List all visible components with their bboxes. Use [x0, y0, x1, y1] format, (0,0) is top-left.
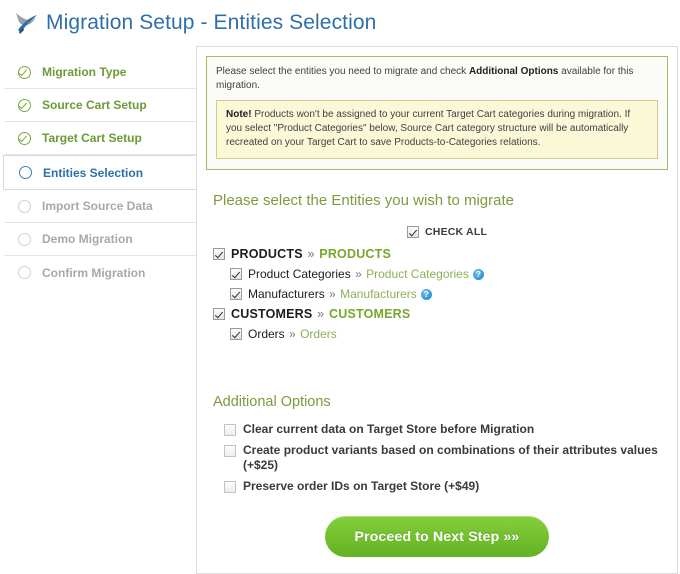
circle-outline-icon: [19, 166, 32, 179]
entity-target: CUSTOMERS: [328, 307, 411, 321]
entity-checkbox-manufacturers[interactable]: [230, 288, 242, 300]
entity-source: Orders: [248, 327, 285, 341]
entity-label: Orders » Orders: [248, 327, 337, 341]
sidebar-item-label: Target Cart Setup: [42, 131, 142, 145]
circle-outline-icon: [18, 232, 31, 246]
page-title: Migration Setup - Entities Selection: [46, 11, 377, 34]
entity-separator: »: [307, 247, 315, 261]
note-text: Products won't be assigned to your curre…: [226, 109, 631, 148]
sidebar-item-target-cart-setup[interactable]: Target Cart Setup: [4, 122, 196, 155]
entity-row-products[interactable]: PRODUCTS » PRODUCTS: [213, 247, 668, 261]
info-box: Please select the entities you need to m…: [206, 56, 668, 170]
check-all-checkbox[interactable]: [407, 226, 419, 238]
entity-source: CUSTOMERS: [231, 307, 313, 321]
info-intro-before: Please select the entities you need to m…: [216, 66, 469, 77]
check-all-label: CHECK ALL: [425, 226, 488, 238]
entity-source: Manufacturers: [248, 287, 325, 301]
entities-list: PRODUCTS » PRODUCTS Product Categories »…: [213, 247, 668, 341]
option-label: Clear current data on Target Store befor…: [243, 422, 535, 436]
entity-row-orders[interactable]: Orders » Orders: [230, 327, 668, 341]
entity-separator: »: [329, 287, 336, 301]
option-row-clear-data[interactable]: Clear current data on Target Store befor…: [224, 422, 668, 437]
option-checkbox-clear-data[interactable]: [224, 424, 236, 436]
sidebar-item-label: Import Source Data: [42, 199, 153, 213]
entity-label: Product Categories » Product Categories: [248, 267, 469, 281]
check-circle-icon: [18, 65, 31, 79]
note-label: Note!: [226, 109, 252, 120]
sidebar-item-demo-migration[interactable]: Demo Migration: [4, 223, 196, 256]
entity-checkbox-products[interactable]: [213, 248, 225, 260]
entity-target: PRODUCTS: [319, 247, 392, 261]
note-box: Note! Products won't be assigned to your…: [216, 100, 658, 159]
entity-checkbox-customers[interactable]: [213, 308, 225, 320]
sidebar-item-label: Source Cart Setup: [42, 98, 147, 112]
circle-outline-icon: [18, 266, 31, 279]
help-icon[interactable]: [472, 268, 484, 280]
swoosh-logo-icon: [10, 6, 44, 40]
entity-target: Product Categories: [366, 267, 469, 281]
check-all-row[interactable]: CHECK ALL: [407, 226, 668, 238]
option-row-product-variants[interactable]: Create product variants based on combina…: [224, 443, 668, 473]
entity-label: CUSTOMERS » CUSTOMERS: [231, 307, 410, 321]
option-label: Create product variants based on combina…: [243, 443, 658, 472]
option-label: Preserve order IDs on Target Store (+$49…: [243, 479, 480, 493]
entity-row-customers[interactable]: CUSTOMERS » CUSTOMERS: [213, 307, 668, 321]
sidebar-item-label: Demo Migration: [42, 232, 133, 246]
additional-options-list: Clear current data on Target Store befor…: [224, 422, 668, 494]
info-intro-bold: Additional Options: [468, 66, 559, 77]
sidebar-item-confirm-migration[interactable]: Confirm Migration: [4, 256, 196, 289]
entity-row-manufacturers[interactable]: Manufacturers » Manufacturers: [230, 287, 668, 301]
entity-checkbox-orders[interactable]: [230, 328, 242, 340]
sidebar-item-import-source-data[interactable]: Import Source Data: [4, 190, 196, 223]
sidebar-item-entities-selection[interactable]: Entities Selection: [3, 155, 196, 190]
entity-target: Orders: [300, 327, 337, 341]
option-row-preserve-order-ids[interactable]: Preserve order IDs on Target Store (+$49…: [224, 479, 668, 494]
sidebar-item-source-cart-setup[interactable]: Source Cart Setup: [4, 89, 196, 122]
main-content-panel: Please select the entities you need to m…: [196, 46, 678, 574]
entity-separator: »: [289, 327, 296, 341]
wizard-steps-sidebar: Migration Type Source Cart Setup Target …: [3, 46, 196, 289]
entity-target: Manufacturers: [340, 287, 417, 301]
help-icon[interactable]: [420, 288, 432, 300]
circle-outline-icon: [18, 199, 31, 213]
entity-separator: »: [317, 307, 325, 321]
check-circle-icon: [18, 98, 31, 112]
sidebar-item-label: Entities Selection: [43, 165, 144, 180]
option-checkbox-preserve-order-ids[interactable]: [224, 481, 236, 493]
entity-label: Manufacturers » Manufacturers: [248, 287, 417, 301]
additional-options-heading: Additional Options: [213, 394, 331, 410]
sidebar-item-label: Confirm Migration: [42, 265, 146, 280]
check-circle-icon: [18, 131, 31, 145]
page-header: Migration Setup - Entities Selection: [0, 0, 680, 46]
entities-section-heading: Please select the Entities you wish to m…: [213, 192, 514, 209]
entity-source: PRODUCTS: [231, 247, 303, 261]
entity-checkbox-product-categories[interactable]: [230, 268, 242, 280]
info-intro-text: Please select the entities you need to m…: [216, 65, 658, 93]
entity-label: PRODUCTS » PRODUCTS: [231, 247, 391, 261]
entity-separator: »: [355, 267, 362, 281]
option-checkbox-product-variants[interactable]: [224, 445, 236, 457]
sidebar-item-migration-type[interactable]: Migration Type: [4, 56, 196, 89]
main-layout: Migration Type Source Cart Setup Target …: [0, 46, 680, 574]
proceed-to-next-step-button[interactable]: Proceed to Next Step »»: [324, 516, 550, 557]
entity-source: Product Categories: [248, 267, 351, 281]
sidebar-item-label: Migration Type: [42, 65, 127, 79]
entity-row-product-categories[interactable]: Product Categories » Product Categories: [230, 267, 668, 281]
